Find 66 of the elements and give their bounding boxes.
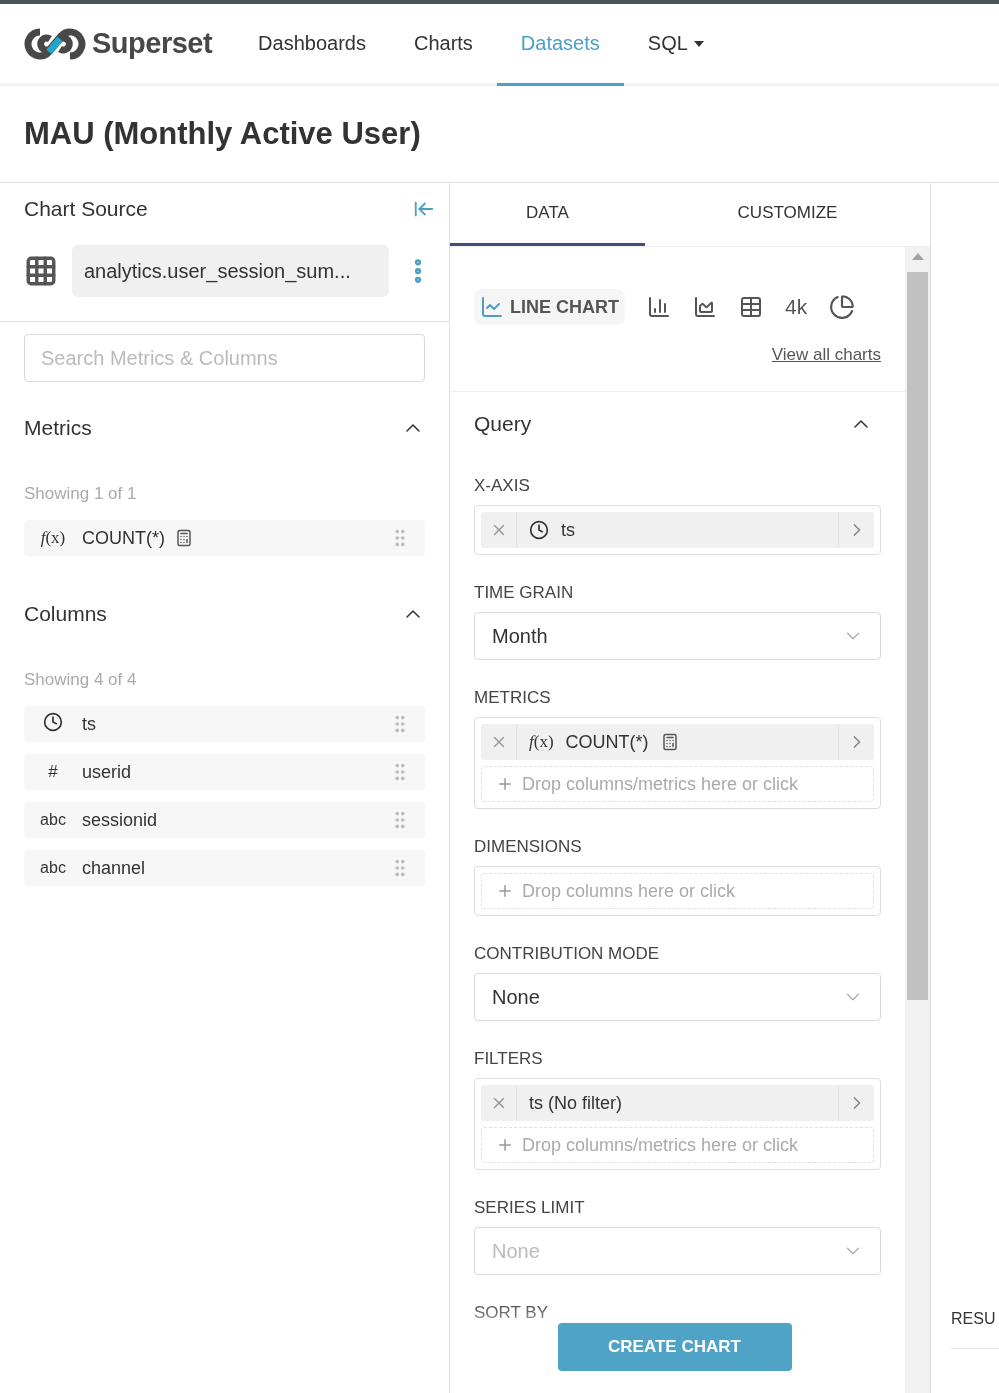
control-label: CONTRIBUTION MODE bbox=[474, 944, 661, 964]
type-label: abc bbox=[39, 859, 67, 877]
tag-label: COUNT(*) bbox=[565, 731, 649, 753]
select-field[interactable]: None bbox=[474, 973, 881, 1021]
results-heading: RESU bbox=[951, 1310, 999, 1349]
nav-link[interactable]: SQL bbox=[623, 4, 728, 86]
item-name: sessionid bbox=[82, 809, 158, 831]
tab[interactable]: DATA bbox=[450, 183, 645, 246]
chart-type-button[interactable]: LINE CHART bbox=[474, 289, 625, 325]
control-label: TIME GRAIN bbox=[474, 583, 575, 603]
tag-label: ts (No filter) bbox=[529, 1092, 622, 1114]
control-label: DIMENSIONS bbox=[474, 837, 583, 857]
type-label: # bbox=[47, 762, 59, 782]
search-field[interactable]: Search Metrics & Columns bbox=[24, 334, 425, 382]
caret-icon bbox=[693, 40, 704, 47]
clock-icon bbox=[529, 520, 549, 540]
type-label: abc bbox=[39, 811, 67, 829]
control-label: SERIES LIMIT bbox=[474, 1198, 586, 1218]
plus-icon bbox=[496, 882, 514, 900]
brand-name: Superset bbox=[92, 27, 213, 60]
superset-logo-icon bbox=[24, 27, 86, 60]
control-label: SORT BY bbox=[474, 1303, 549, 1323]
bar-chart-icon bbox=[647, 295, 671, 319]
tab[interactable]: CUSTOMIZE bbox=[645, 183, 930, 246]
function-label: f(x) bbox=[529, 732, 554, 752]
function-label: f(x) bbox=[39, 528, 67, 548]
control-label: X-AXIS bbox=[474, 476, 531, 496]
section-heading: Chart Source bbox=[24, 197, 148, 221]
area-chart-icon bbox=[693, 295, 717, 319]
dataset-name[interactable]: analytics.user_session_sum... bbox=[72, 245, 389, 297]
section-heading: Metrics bbox=[24, 416, 92, 440]
item-name: channel bbox=[82, 857, 146, 879]
plus-icon bbox=[496, 775, 514, 793]
count-label: Showing 1 of 1 bbox=[24, 484, 137, 503]
line-chart-icon bbox=[480, 295, 504, 319]
page-title: MAU (Monthly Active User) bbox=[0, 86, 999, 183]
item-name: userid bbox=[82, 761, 132, 783]
calculator-icon bbox=[175, 529, 193, 547]
scrollbar[interactable] bbox=[905, 247, 930, 1393]
tag[interactable]: ts bbox=[481, 512, 874, 548]
tag[interactable]: ts (No filter) bbox=[481, 1085, 874, 1121]
nav-link[interactable]: Dashboards bbox=[234, 4, 390, 86]
list-item[interactable]: abc channel bbox=[24, 850, 425, 886]
section-heading: Query bbox=[474, 412, 532, 436]
calculator-icon bbox=[660, 733, 679, 751]
count-label: Showing 4 of 4 bbox=[24, 670, 137, 689]
list-item[interactable]: ts bbox=[24, 706, 425, 742]
list-item[interactable]: abc sessionid bbox=[24, 802, 425, 838]
nav-link[interactable]: Charts bbox=[389, 4, 497, 86]
big-number-chart-button[interactable]: 4k bbox=[785, 289, 808, 325]
tag-label: ts bbox=[561, 519, 575, 541]
control-label: METRICS bbox=[474, 688, 552, 708]
list-item[interactable]: # userid bbox=[24, 754, 425, 790]
table-icon bbox=[24, 254, 58, 288]
tag[interactable]: f(x) COUNT(*) bbox=[481, 724, 874, 760]
plus-icon bbox=[496, 1136, 514, 1154]
table-icon bbox=[739, 295, 763, 319]
list-item[interactable]: f(x) COUNT(*) bbox=[24, 520, 425, 556]
select-field[interactable]: Month bbox=[474, 612, 881, 660]
pie-chart-icon bbox=[829, 294, 856, 320]
item-name: ts bbox=[82, 713, 96, 735]
item-name: COUNT(*) bbox=[82, 527, 165, 549]
clock-icon bbox=[43, 711, 63, 732]
section-heading: Columns bbox=[24, 602, 107, 626]
control-label: FILTERS bbox=[474, 1049, 544, 1069]
view-all-link[interactable]: View all charts bbox=[450, 325, 905, 391]
